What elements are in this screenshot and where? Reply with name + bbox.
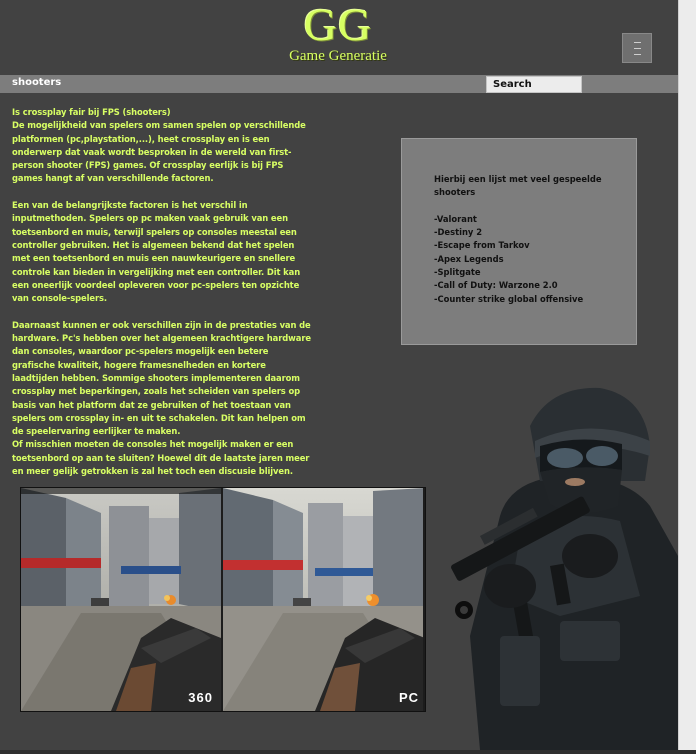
article-paragraph: Of misschien moeten de consoles het moge…: [12, 439, 310, 477]
list-item: -Valorant: [434, 213, 477, 224]
list-item: -Counter strike global offensive: [434, 293, 584, 304]
list-item: -Call of Duty: Warzone 2.0: [434, 280, 558, 291]
games-list-intro: Hierbij een lijst met veel gespeelde sho…: [434, 174, 602, 198]
pc-screenshot: PC: [223, 488, 423, 711]
nav-item-shooters[interactable]: shooters: [12, 76, 61, 90]
list-item: -Escape from Tarkov: [434, 240, 530, 251]
list-item: -Apex Legends: [434, 253, 504, 264]
pc-label: PC: [398, 690, 419, 705]
article-title: Is crossplay fair bij FPS (shooters): [12, 107, 171, 117]
games-list-box: Hierbij een lijst met veel gespeelde sho…: [401, 138, 637, 345]
soldier-image: [440, 386, 678, 750]
article-paragraph: Daarnaast kunnen er ook verschillen zijn…: [12, 319, 311, 437]
article-paragraph: De mogelijkheid van spelers om samen spe…: [12, 120, 306, 184]
list-item: -Splitgate: [434, 267, 481, 278]
site-logo[interactable]: GG Game Generatie: [282, 0, 394, 64]
list-item: -Destiny 2: [434, 227, 483, 238]
page: GG Game Generatie shooters Search Is cro…: [0, 0, 678, 750]
console-label: 360: [188, 690, 213, 705]
console-screenshot: 360: [21, 488, 221, 711]
site-header: GG Game Generatie: [0, 0, 678, 75]
hamburger-icon: [633, 41, 641, 43]
logo-text: Game Generatie: [289, 48, 387, 64]
menu-button[interactable]: [622, 33, 652, 63]
search-input[interactable]: Search: [486, 76, 582, 93]
page-scrollbar[interactable]: [678, 0, 696, 750]
console-vs-pc-image: 360 PC: [20, 487, 426, 712]
article: Is crossplay fair bij FPS (shooters) De …: [12, 106, 312, 492]
article-paragraph: Een van de belangrijkste factoren is het…: [12, 200, 301, 304]
logo-mark: GG: [303, 0, 373, 50]
